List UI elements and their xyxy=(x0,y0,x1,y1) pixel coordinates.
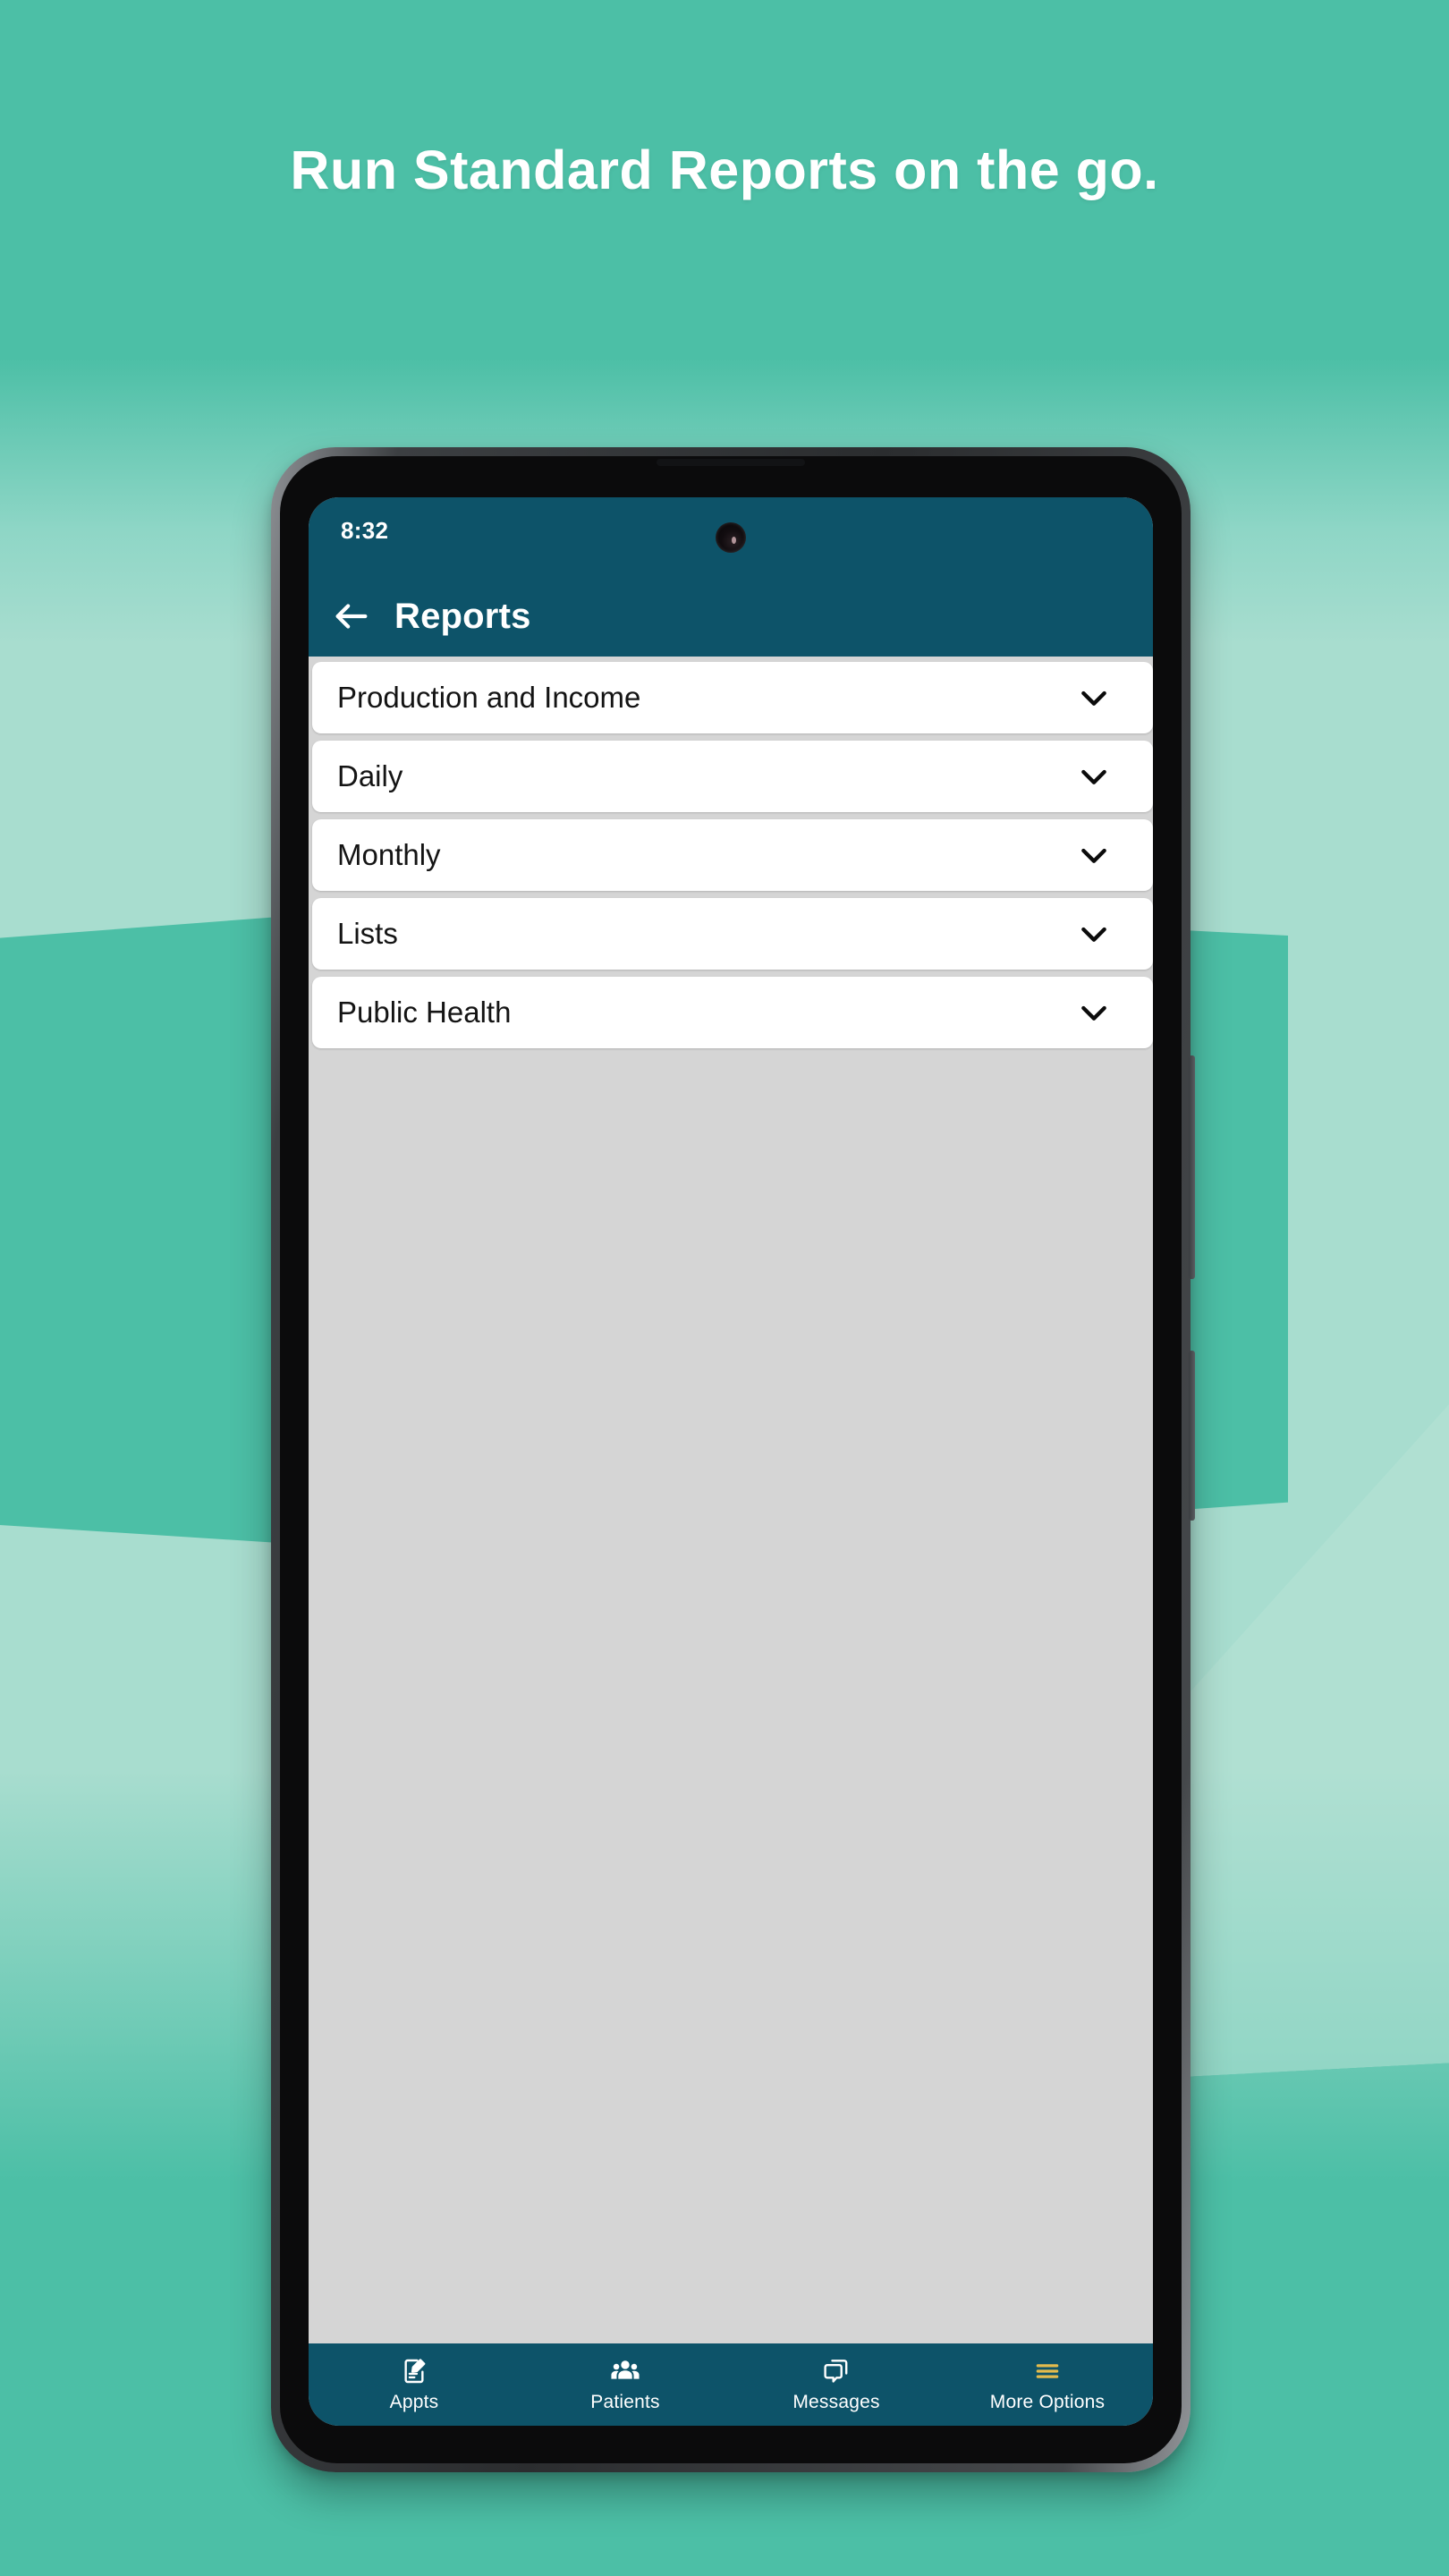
report-row-label: Daily xyxy=(337,759,403,792)
report-row-label: Public Health xyxy=(337,996,512,1029)
arrow-left-icon xyxy=(331,596,372,637)
phone-screen: 8:32 Reports Production and Income Daily… xyxy=(309,497,1153,2426)
promo-headline: Run Standard Reports on the go. xyxy=(290,140,1159,200)
promo-stage: Run Standard Reports on the go. 8:32 Rep… xyxy=(0,0,1449,2576)
nav-item-patients[interactable]: Patients xyxy=(520,2356,731,2413)
report-row-label: Production and Income xyxy=(337,681,641,714)
status-bar-time: 8:32 xyxy=(341,517,389,544)
back-button[interactable] xyxy=(309,596,394,637)
phone-power-button[interactable] xyxy=(1189,1351,1195,1521)
nav-item-more-options[interactable]: More Options xyxy=(942,2356,1153,2413)
report-row-monthly[interactable]: Monthly xyxy=(312,819,1153,891)
nav-item-label: Messages xyxy=(792,2392,880,2412)
report-row-label: Monthly xyxy=(337,838,441,871)
chevron-down-icon[interactable] xyxy=(1076,758,1112,794)
phone-earpiece-speaker xyxy=(657,459,805,466)
app-bar-row: Reports xyxy=(309,596,1153,637)
people-group-icon xyxy=(610,2356,640,2386)
nav-item-messages[interactable]: Messages xyxy=(731,2356,942,2413)
chevron-down-icon[interactable] xyxy=(1076,995,1112,1030)
report-category-list: Production and Income Daily Monthly List… xyxy=(309,657,1153,2343)
report-row-daily[interactable]: Daily xyxy=(312,741,1153,812)
report-row-public-health[interactable]: Public Health xyxy=(312,977,1153,1048)
nav-item-label: More Options xyxy=(989,2392,1106,2412)
report-row-production-and-income[interactable]: Production and Income xyxy=(312,662,1153,733)
phone-bezel: 8:32 Reports Production and Income Daily… xyxy=(280,456,1182,2463)
chevron-down-icon[interactable] xyxy=(1076,916,1112,952)
hamburger-menu-icon xyxy=(1033,2356,1062,2386)
chat-bubbles-icon xyxy=(822,2356,851,2386)
report-row-lists[interactable]: Lists xyxy=(312,898,1153,970)
page-title: Reports xyxy=(394,596,531,636)
bottom-navigation-bar: Appts Patients Messages More Options xyxy=(309,2343,1153,2426)
nav-item-label: Patients xyxy=(590,2392,660,2412)
chevron-down-icon[interactable] xyxy=(1076,680,1112,716)
phone-mockup: 8:32 Reports Production and Income Daily… xyxy=(271,447,1195,2472)
nav-item-appts[interactable]: Appts xyxy=(309,2356,520,2413)
camera-punch-hole-icon xyxy=(716,522,746,553)
chevron-down-icon[interactable] xyxy=(1076,837,1112,873)
nav-item-label: Appts xyxy=(389,2392,439,2412)
phone-volume-button[interactable] xyxy=(1189,1055,1195,1279)
app-bar: 8:32 Reports xyxy=(309,497,1153,657)
report-row-label: Lists xyxy=(337,917,398,950)
note-pencil-icon xyxy=(400,2356,428,2386)
